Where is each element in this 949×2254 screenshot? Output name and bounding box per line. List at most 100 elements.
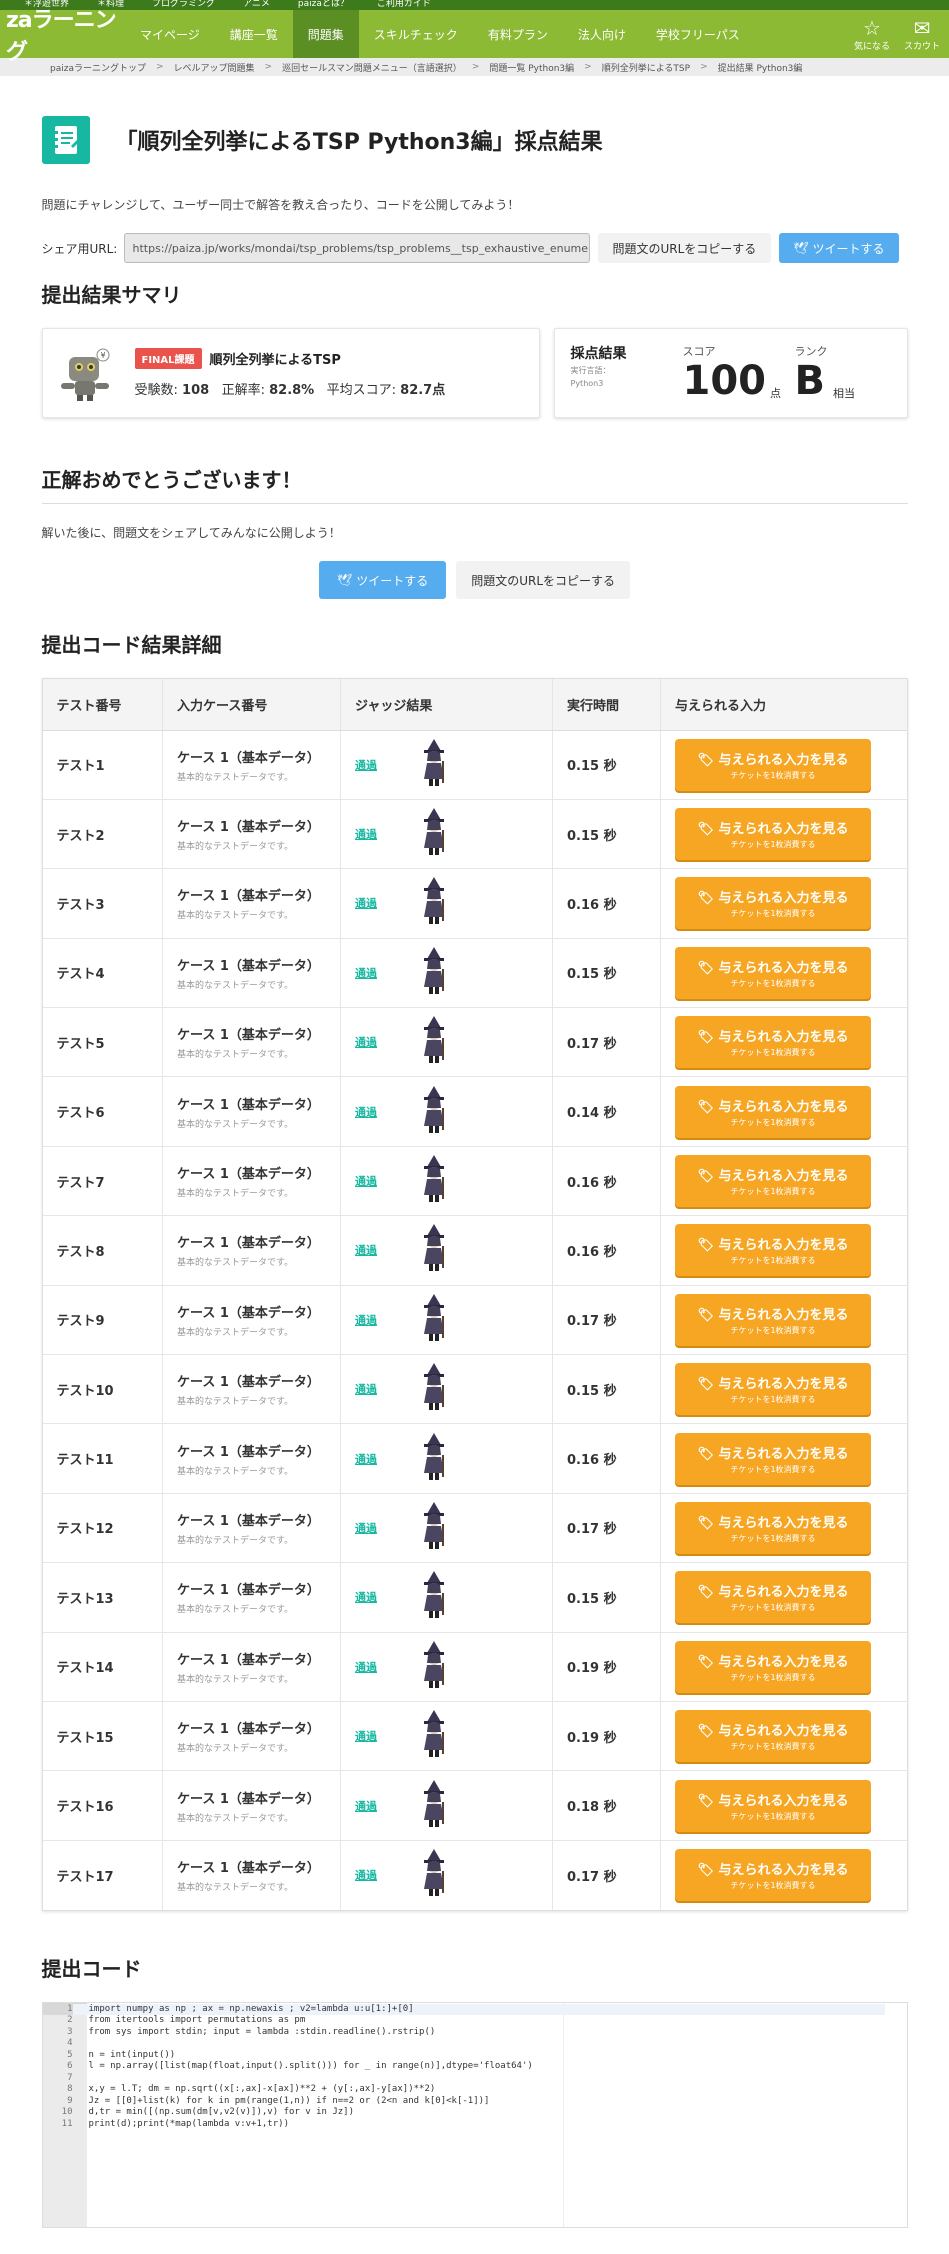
exec-time: 0.15 秒	[567, 759, 617, 775]
favorite-button[interactable]: ☆ 気になる	[853, 17, 891, 52]
code-heading: 提出コード	[41, 1956, 142, 1981]
judge-result-link[interactable]: 通過	[355, 1867, 377, 1883]
view-input-button[interactable]: 🏷 与えられる入力を見る チケットを1枚消費する	[675, 1849, 871, 1902]
breadcrumb-item[interactable]: 問題一覧 Python3編	[489, 61, 574, 74]
congrats-buttons: 🕊 ツイートする 問題文のURLをコピーする	[42, 561, 908, 599]
nav-item[interactable]: 法人向け	[563, 10, 641, 58]
judge-result-link[interactable]: 通過	[355, 1104, 377, 1120]
twitter-bird-icon: 🕊	[793, 241, 809, 255]
test-number: テスト3	[56, 897, 105, 913]
share-url-label: シェア用URL:	[41, 241, 118, 256]
judge-result-link[interactable]: 通過	[355, 1520, 377, 1536]
congrats-title: 正解おめでとうございます！	[41, 464, 908, 504]
judge-result-link[interactable]: 通過	[355, 1381, 377, 1397]
exec-time: 0.15 秒	[567, 967, 617, 983]
view-input-button[interactable]: 🏷 与えられる入力を見る チケットを1枚消費する	[675, 1085, 871, 1138]
share-url-field[interactable]: https://paiza.jp/works/mondai/tsp_proble…	[123, 233, 590, 263]
code-viewer[interactable]: 1 import numpy as np ; ax = np.newaxis ; …	[41, 2001, 908, 2228]
top-strip-link[interactable]: プログラミング	[152, 0, 215, 10]
view-input-sublabel: チケットを1枚消費する	[730, 1742, 816, 1752]
wizard-character-icon	[421, 1710, 447, 1762]
judge-cell: 通過	[355, 1779, 552, 1832]
judge-result-link[interactable]: 通過	[355, 1798, 377, 1814]
judge-result-link[interactable]: 通過	[355, 1589, 377, 1605]
judge-result-link[interactable]: 通過	[355, 1728, 377, 1744]
view-input-button[interactable]: 🏷 与えられる入力を見る チケットを1枚消費する	[675, 738, 871, 791]
top-strip-link[interactable]: paizaとは？	[298, 0, 349, 10]
judge-result-link[interactable]: 通過	[355, 1312, 377, 1328]
copy-url-button[interactable]: 問題文のURLをコピーする	[597, 233, 772, 263]
exec-time: 0.17 秒	[567, 1869, 617, 1885]
breadcrumb-item[interactable]: 巡回セールスマン問題メニュー（言語選択）	[282, 61, 462, 74]
problem-title[interactable]: 順列全列挙によるTSP	[210, 349, 341, 368]
view-input-button[interactable]: 🏷 与えられる入力を見る チケットを1枚消費する	[675, 1779, 871, 1832]
view-input-button[interactable]: 🏷 与えられる入力を見る チケットを1枚消費する	[675, 1710, 871, 1763]
breadcrumb-item[interactable]: レベルアップ問題集	[174, 61, 255, 74]
judge-result-link[interactable]: 通過	[355, 965, 377, 981]
rank-block: ランク B 相当	[795, 343, 856, 403]
scout-label: スカウト	[903, 41, 940, 52]
case-name: ケース 1（基本データ）	[177, 1236, 320, 1252]
code-lines: 1 import numpy as np ; ax = np.newaxis ; …	[43, 2003, 907, 2131]
view-input-button[interactable]: 🏷 与えられる入力を見る チケットを1枚消費する	[675, 1155, 871, 1208]
top-strip-link[interactable]: アニメ	[243, 0, 270, 10]
view-input-button[interactable]: 🏷 与えられる入力を見る チケットを1枚消費する	[675, 1571, 871, 1624]
wizard-character-icon	[421, 1571, 447, 1623]
ticket-icon: 🏷	[697, 1515, 714, 1531]
view-input-button[interactable]: 🏷 与えられる入力を見る チケットを1枚消費する	[675, 808, 871, 861]
view-input-button[interactable]: 🏷 与えられる入力を見る チケットを1枚消費する	[675, 946, 871, 999]
ticket-icon: 🏷	[697, 1307, 714, 1323]
code-line: 11 print(d);print(*map(lambda v:v+1,tr))	[43, 2119, 907, 2131]
view-input-button[interactable]: 🏷 与えられる入力を見る チケットを1枚消費する	[675, 1432, 871, 1485]
nav-item[interactable]: マイページ	[125, 10, 215, 58]
case-name: ケース 1（基本データ）	[177, 1652, 320, 1668]
view-input-button[interactable]: 🏷 与えられる入力を見る チケットを1枚消費する	[675, 1016, 871, 1069]
wizard-character-icon	[421, 1849, 447, 1901]
judge-result-link[interactable]: 通過	[355, 757, 377, 773]
code-line: 6 l = np.array([list(map(float,input().sp…	[43, 2061, 907, 2073]
judge-result-link[interactable]: 通過	[355, 826, 377, 842]
accuracy-value: 82.8%	[269, 383, 315, 398]
case-description: 基本的なテストデータです。	[177, 1189, 294, 1200]
case-name: ケース 1（基本データ）	[177, 889, 320, 905]
table-row: テスト12 ケース 1（基本データ） 基本的なテストデータです。 通過 0.17 秒 🏷 …	[42, 1493, 907, 1564]
table-row: テスト2 ケース 1（基本データ） 基本的なテストデータです。 通過 0.15 秒 🏷 与…	[42, 799, 907, 870]
view-input-button[interactable]: 🏷 与えられる入力を見る チケットを1枚消費する	[675, 1640, 871, 1693]
code-line: 8 x,y = l.T; dm = np.sqrt((x[:,ax]-x[ax])…	[43, 2084, 907, 2096]
judge-result-link[interactable]: 通過	[355, 1659, 377, 1675]
nav-item[interactable]: 学校フリーパス	[641, 10, 755, 58]
congrats-tweet-label: ツイートする	[356, 573, 429, 588]
judge-result-link[interactable]: 通過	[355, 895, 377, 911]
view-input-button[interactable]: 🏷 与えられる入力を見る チケットを1枚消費する	[675, 877, 871, 930]
congrats-copy-url-button[interactable]: 問題文のURLをコピーする	[456, 561, 631, 599]
judge-result-link[interactable]: 通過	[355, 1173, 377, 1189]
judge-cell: 通過	[355, 1085, 552, 1138]
judge-result-link[interactable]: 通過	[355, 1034, 377, 1050]
view-input-button[interactable]: 🏷 与えられる入力を見る チケットを1枚消費する	[675, 1363, 871, 1416]
view-input-label: 与えられる入力を見る	[718, 1585, 849, 1601]
judge-cell: 通過	[355, 1155, 552, 1207]
congrats-tweet-button[interactable]: 🕊 ツイートする	[318, 561, 447, 599]
nav-item[interactable]: 講座一覧	[215, 10, 293, 58]
table-row: テスト4 ケース 1（基本データ） 基本的なテストデータです。 通過 0.15 秒 🏷 与…	[42, 938, 907, 1009]
case-description: 基本的なテストデータです。	[177, 1258, 294, 1269]
breadcrumb-separator-icon: >	[584, 62, 592, 72]
breadcrumb-item[interactable]: 順列全列挙によるTSP	[602, 61, 690, 74]
top-strip-link[interactable]: ご利用ガイド	[377, 0, 431, 10]
tweet-button[interactable]: 🕊 ツイートする	[779, 233, 899, 263]
rank-unit: 相当	[833, 387, 855, 400]
star-icon: ☆	[863, 15, 881, 40]
nav-item[interactable]: スキルチェック	[359, 10, 473, 58]
judge-result-link[interactable]: 通過	[355, 1242, 377, 1258]
nav-item[interactable]: 有料プラン	[473, 10, 563, 58]
nav-item[interactable]: 問題集	[292, 10, 359, 58]
view-input-button[interactable]: 🏷 与えられる入力を見る チケットを1枚消費する	[675, 1293, 871, 1346]
view-input-button[interactable]: 🏷 与えられる入力を見る チケットを1枚消費する	[675, 1224, 871, 1277]
site-logo[interactable]: zaラーニング	[0, 2, 125, 66]
judge-result-link[interactable]: 通過	[355, 1451, 377, 1467]
line-number: 5	[67, 2049, 73, 2060]
case-description: 基本的なテストデータです。	[177, 1327, 294, 1338]
view-input-button[interactable]: 🏷 与えられる入力を見る チケットを1枚消費する	[675, 1501, 871, 1554]
scout-button[interactable]: ✉ スカウト	[903, 17, 941, 52]
case-name: ケース 1（基本データ）	[177, 1167, 320, 1183]
